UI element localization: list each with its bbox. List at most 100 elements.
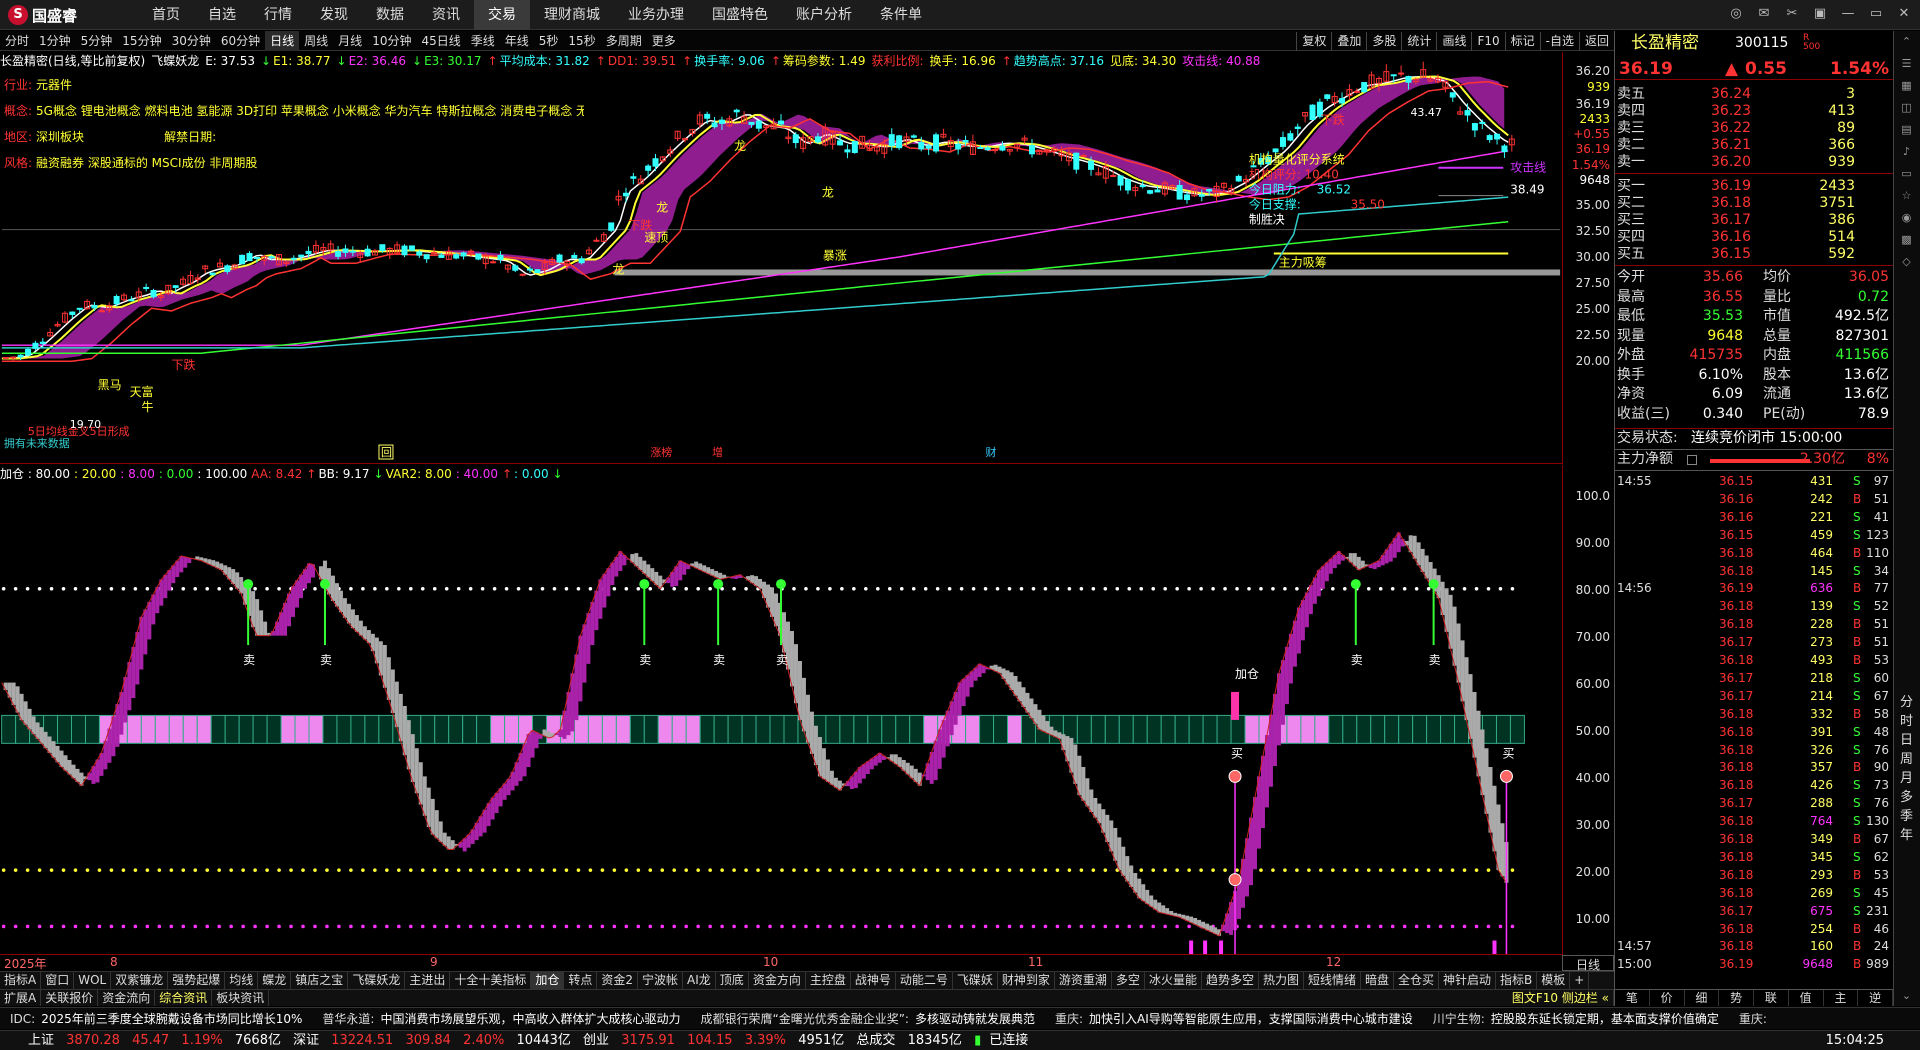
menu-item-2[interactable]: 行情 <box>250 0 306 30</box>
menu-item-10[interactable]: 账户分析 <box>782 0 866 30</box>
doc-icon[interactable]: ▭ <box>1894 163 1919 185</box>
period-tab-4[interactable]: 30分钟 <box>167 31 216 51</box>
indicator-tab-16[interactable]: 顶底 <box>716 972 749 989</box>
sh-index-label[interactable]: 上证 <box>28 1033 54 1048</box>
period-tab-2[interactable]: 5分钟 <box>76 31 118 51</box>
tool-button-6[interactable]: 标记 <box>1504 32 1540 51</box>
period-tab-7[interactable]: 周线 <box>299 31 333 51</box>
quote-tab-1[interactable]: 价 <box>1650 990 1685 1006</box>
quote-tab-7[interactable]: 逆 <box>1858 990 1893 1006</box>
menu-item-8[interactable]: 业务办理 <box>614 0 698 30</box>
news-item[interactable]: 重庆: 加快引入AI导购等智能原生应用，支撑国际消费中心城市建设 <box>1045 1008 1423 1029</box>
bid-level[interactable]: 买五 36.15 592 <box>1615 246 1893 263</box>
bid-level[interactable]: 买四 36.16 514 <box>1615 229 1893 246</box>
tool-button-3[interactable]: 统计 <box>1401 32 1436 51</box>
extension-tab-1[interactable]: 关联报价 <box>41 990 99 1006</box>
period-tab-9[interactable]: 10分钟 <box>367 31 416 51</box>
indicator-tab-33[interactable]: 模板 <box>1537 972 1571 989</box>
indicator-tab-29[interactable]: 暗盘 <box>1361 972 1395 989</box>
list-icon[interactable]: ☰ <box>1894 53 1919 75</box>
bid-level[interactable]: 买三 36.17 386 <box>1615 212 1893 229</box>
service-icon[interactable]: ◎ <box>1726 4 1746 24</box>
indicator-tab-12[interactable]: 转点 <box>564 972 598 989</box>
indicator-tab-19[interactable]: 战神号 <box>851 972 896 989</box>
cy-index-label[interactable]: 创业 <box>583 1033 609 1048</box>
indicator-tab-14[interactable]: 宁波帐 <box>638 972 684 989</box>
jiacang-indicator-chart[interactable]: 卖 卖 卖 卖 卖 卖 卖买 买 加仓 <box>0 483 1562 955</box>
period-tab-8[interactable]: 月线 <box>333 31 367 51</box>
indicator-tab-20[interactable]: 动能二号 <box>896 972 953 989</box>
indicator-tab-27[interactable]: 热力图 <box>1259 972 1304 989</box>
quote-tab-6[interactable]: 主 <box>1824 990 1859 1006</box>
indicator-tab-0[interactable]: 指标A <box>0 972 42 989</box>
indicator-tab-34[interactable]: + <box>1570 972 1590 989</box>
chart-icon[interactable]: ◫ <box>1894 97 1919 119</box>
indicator-tab-21[interactable]: 飞碟妖 <box>953 972 998 989</box>
menu-item-11[interactable]: 条件单 <box>866 0 936 30</box>
indicator-tab-25[interactable]: 冰火量能 <box>1145 972 1202 989</box>
indicator-tab-7[interactable]: 镇店之宝 <box>291 972 349 989</box>
bid-level[interactable]: 买二 36.18 3751 <box>1615 195 1893 212</box>
tool-button-4[interactable]: 画线 <box>1436 32 1471 51</box>
skin-icon[interactable]: ▣ <box>1810 4 1830 24</box>
indicator-tab-17[interactable]: 资金方向 <box>749 972 806 989</box>
indicator-tab-10[interactable]: 十全十美指标 <box>450 972 532 989</box>
indicator-tab-2[interactable]: WOL <box>74 972 112 989</box>
profile-value[interactable]: 元器件 <box>36 78 72 92</box>
ai-icon[interactable]: ◉ <box>1894 207 1919 229</box>
pin-icon[interactable]: ◇ <box>1894 251 1919 273</box>
ask-level[interactable]: 卖一 36.20 939 <box>1615 154 1893 171</box>
indicator-tab-9[interactable]: 主进出 <box>405 972 451 989</box>
menu-item-0[interactable]: 首页 <box>138 0 194 30</box>
extension-tab-2[interactable]: 资金流向 <box>98 990 156 1006</box>
menu-item-7[interactable]: 理财商城 <box>530 0 614 30</box>
menu-item-6[interactable]: 交易 <box>474 0 530 30</box>
indicator-tab-23[interactable]: 游资重潮 <box>1055 972 1112 989</box>
side-period-1[interactable]: 时 <box>1894 712 1919 731</box>
indicator-tab-8[interactable]: 飞碟妖龙 <box>348 972 406 989</box>
extension-tab-4[interactable]: 板块资讯 <box>212 990 270 1006</box>
indicator-tab-3[interactable]: 双紫镰龙 <box>111 972 169 989</box>
menu-item-4[interactable]: 数据 <box>362 0 418 30</box>
indicator-tab-26[interactable]: 趋势多空 <box>1202 972 1259 989</box>
side-period-4[interactable]: 月 <box>1894 769 1919 788</box>
bell-icon[interactable]: ♪ <box>1894 141 1919 163</box>
quote-tab-3[interactable]: 势 <box>1719 990 1754 1006</box>
indicator-tab-13[interactable]: 资金2 <box>597 972 639 989</box>
profile-value[interactable]: 5G概念 锂电池概念 燃料电池 氢能源 3D打印 苹果概念 小米概念 华为汽车 … <box>36 104 584 118</box>
period-tab-10[interactable]: 45日线 <box>416 31 465 51</box>
close-icon[interactable]: ✕ <box>1894 4 1914 24</box>
tool-button-7[interactable]: -自选 <box>1539 32 1579 51</box>
f10-sidebar-toggle[interactable]: 图文F10 侧边栏 « <box>1508 990 1614 1006</box>
tool-button-8[interactable]: 返回 <box>1578 32 1614 51</box>
tool-button-5[interactable]: F10 <box>1471 32 1504 51</box>
tool-button-0[interactable]: 复权 <box>1296 32 1331 51</box>
indicator-tab-24[interactable]: 多空 <box>1112 972 1145 989</box>
quote-tab-4[interactable]: 联 <box>1754 990 1789 1006</box>
indicator-tab-6[interactable]: 蝶龙 <box>258 972 292 989</box>
side-period-5[interactable]: 多 <box>1894 788 1919 807</box>
side-period-3[interactable]: 周 <box>1894 750 1919 769</box>
period-tab-1[interactable]: 1分钟 <box>34 31 76 51</box>
period-tab-16[interactable]: 更多 <box>647 31 681 51</box>
extension-tab-3[interactable]: 综合资讯 <box>155 990 213 1006</box>
indicator-tab-1[interactable]: 窗口 <box>41 972 75 989</box>
profile-value[interactable]: 深圳板块 <box>36 130 84 144</box>
rsi-icon[interactable]: ▩ <box>1894 229 1919 251</box>
tools-icon[interactable]: ✂ <box>1782 4 1802 24</box>
period-tab-13[interactable]: 5秒 <box>534 31 564 51</box>
ask-level[interactable]: 卖五 36.24 3 <box>1615 86 1893 103</box>
indicator-tab-32[interactable]: 指标B <box>1496 972 1538 989</box>
quote-tab-2[interactable]: 细 <box>1685 990 1720 1006</box>
period-tab-3[interactable]: 15分钟 <box>117 31 166 51</box>
period-tab-14[interactable]: 15秒 <box>563 31 600 51</box>
side-period-6[interactable]: 季 <box>1894 807 1919 826</box>
star-icon[interactable]: ☆ <box>1894 185 1919 207</box>
menu-item-3[interactable]: 发现 <box>306 0 362 30</box>
quote-tab-5[interactable]: 值 <box>1789 990 1824 1006</box>
bid-level[interactable]: 买一 36.19 2433 <box>1615 178 1893 195</box>
sz-index-label[interactable]: 深证 <box>293 1033 319 1048</box>
chevron-down-icon[interactable]: ⌄ <box>1894 985 1919 1007</box>
period-tab-5[interactable]: 60分钟 <box>216 31 265 51</box>
indicator-tab-5[interactable]: 均线 <box>225 972 259 989</box>
